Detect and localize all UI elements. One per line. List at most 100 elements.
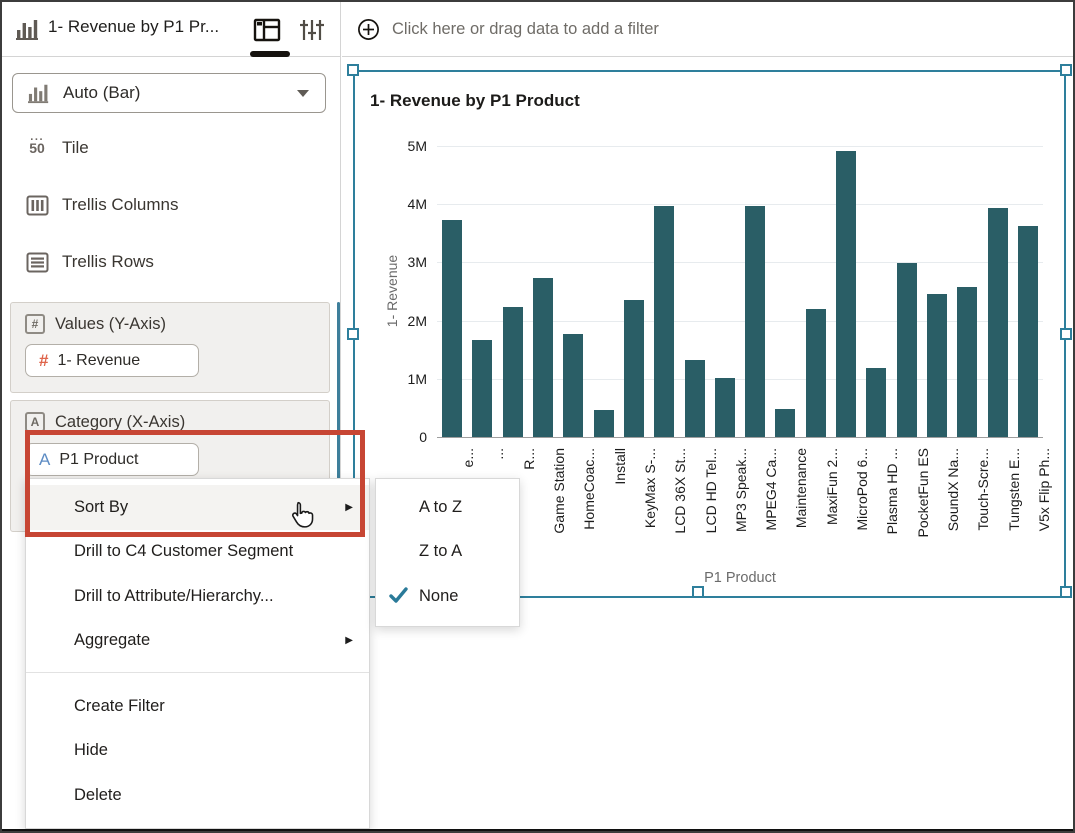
bar-chart-icon <box>15 17 41 46</box>
x-axis-title: P1 Product <box>640 570 840 586</box>
panel-scrollbar[interactable] <box>337 302 340 479</box>
bar-mpeg4-ca[interactable] <box>745 206 765 437</box>
bar-maintenance[interactable] <box>775 409 795 437</box>
letter-a-icon: A <box>39 450 50 470</box>
x-axis-label: MP3 Speak... <box>733 448 749 638</box>
bar-lcd-hd-tel[interactable] <box>685 360 705 437</box>
active-tab-underline <box>250 51 290 57</box>
selection-handle[interactable] <box>692 586 704 598</box>
viz-type-dropdown[interactable]: Auto (Bar) <box>12 73 326 113</box>
bar-maxifun-2[interactable] <box>806 309 826 437</box>
chip-1-revenue[interactable]: # 1- Revenue <box>25 344 199 377</box>
number-icon: # <box>25 314 45 334</box>
menu-item-label: Create Filter <box>74 697 165 716</box>
gridline <box>437 379 1043 380</box>
bar-[interactable] <box>472 340 492 437</box>
number-icon: # <box>39 351 48 371</box>
x-axis-label: PocketFun ES <box>915 448 931 638</box>
filter-bar[interactable]: Click here or drag data to add a filter <box>342 2 1073 57</box>
chip-label: 1- Revenue <box>57 352 140 370</box>
section-title: Category (X-Axis) <box>55 413 185 432</box>
selection-handle[interactable] <box>1060 64 1072 76</box>
x-axis-label: LCD HD Tel... <box>703 448 719 638</box>
y-tick-label: 0 <box>383 429 427 445</box>
bar-touch-scre[interactable] <box>957 287 977 437</box>
x-axis-label: Plasma HD ... <box>884 448 900 638</box>
menu-item-aggregate[interactable]: Aggregate▶ <box>26 619 369 664</box>
menu-item-drill-to-c4-customer-segment[interactable]: Drill to C4 Customer Segment <box>26 530 369 575</box>
viz-type-value: Auto (Bar) <box>63 83 140 103</box>
section-header: A Category (X-Axis) <box>25 412 329 432</box>
drop-target-trellis-rows[interactable]: Trellis Rows <box>2 242 332 282</box>
selection-handle[interactable] <box>1060 586 1072 598</box>
filter-prompt: Click here or drag data to add a filter <box>392 20 659 39</box>
menu-item-hide[interactable]: Hide <box>26 729 369 774</box>
bar-chart-icon <box>27 82 51 104</box>
selection-handle[interactable] <box>1060 328 1072 340</box>
bar-install[interactable] <box>594 410 614 437</box>
x-axis-label: Game Station <box>551 448 567 638</box>
x-axis-label: V5x Flip Ph... <box>1036 448 1052 638</box>
tab-grammar-panel[interactable] <box>251 15 283 45</box>
x-axis-label: HomeCoac... <box>581 448 597 638</box>
y-tick-label: 2M <box>383 313 427 329</box>
section-title: Values (Y-Axis) <box>55 315 166 334</box>
grammar-panel-icon <box>253 17 281 43</box>
bar-keymax-s[interactable] <box>624 300 644 437</box>
x-axis-line <box>437 437 1043 438</box>
bar-lcd-36x-st[interactable] <box>654 206 674 437</box>
submenu-item-a-to-z[interactable]: A to Z <box>376 485 519 530</box>
window-border-bottom <box>0 829 1075 833</box>
menu-item-sort-by[interactable]: Sort By ▶ <box>26 485 369 530</box>
x-axis-label: SoundX Na... <box>945 448 961 638</box>
values-y-axis-section: # Values (Y-Axis) # 1- Revenue <box>10 302 330 393</box>
menu-item-label: Hide <box>74 741 108 760</box>
bar-plasma-hd[interactable] <box>866 368 886 437</box>
checkmark-icon <box>389 587 408 609</box>
menu-item-drill-to-attribute-hierarchy[interactable]: Drill to Attribute/Hierarchy... <box>26 574 369 619</box>
x-axis-label: Install <box>612 448 628 638</box>
submenu-arrow-icon: ▶ <box>345 502 353 513</box>
section-header: # Values (Y-Axis) <box>25 314 329 334</box>
letter-a-icon: A <box>25 412 45 432</box>
viz-title: 1- Revenue by P1 Pr... <box>48 17 219 37</box>
menu-item-create-filter[interactable]: Create Filter <box>26 684 369 729</box>
drop-target-label: Trellis Columns <box>62 195 179 215</box>
drop-target-trellis-columns[interactable]: Trellis Columns <box>2 185 332 225</box>
drop-target-label: Trellis Rows <box>62 252 154 272</box>
add-filter-plus-icon[interactable] <box>357 18 380 41</box>
drop-target-tile[interactable]: ···50 Tile <box>2 128 332 168</box>
bar-game-station[interactable] <box>533 278 553 437</box>
x-axis-label: R... <box>521 448 537 638</box>
menu-item-label: Drill to Attribute/Hierarchy... <box>74 587 274 606</box>
submenu-item-none[interactable]: None <box>376 574 519 619</box>
gridline <box>437 204 1043 205</box>
tab-properties[interactable] <box>296 15 328 45</box>
x-axis-label: MaxiFun 2... <box>824 448 840 638</box>
gridline <box>437 146 1043 147</box>
bar-micropod-6[interactable] <box>836 151 856 437</box>
bar-e[interactable] <box>442 220 462 437</box>
bar-homecoac[interactable] <box>563 334 583 437</box>
y-tick-label: 5M <box>383 138 427 154</box>
bar-tungsten-e[interactable] <box>988 208 1008 437</box>
y-tick-label: 1M <box>383 371 427 387</box>
chip-p1-product[interactable]: A P1 Product <box>25 443 199 476</box>
menu-item-delete[interactable]: Delete <box>26 773 369 818</box>
menu-item-label: Sort By <box>74 498 128 517</box>
submenu-arrow-icon: ▶ <box>345 635 353 646</box>
bar-mp3-speak[interactable] <box>715 378 735 437</box>
selection-handle[interactable] <box>347 328 359 340</box>
gridline <box>437 262 1043 263</box>
x-axis-label: Maintenance <box>793 448 809 638</box>
bar-r[interactable] <box>503 307 523 437</box>
menu-divider <box>26 672 369 673</box>
x-axis-label: KeyMax S-... <box>642 448 658 638</box>
bar-v5x-flip-ph[interactable] <box>1018 226 1038 437</box>
submenu-item-z-to-a[interactable]: Z to A <box>376 530 519 575</box>
gridline <box>437 321 1043 322</box>
bar-pocketfun-es[interactable] <box>897 263 917 437</box>
bar-soundx-na[interactable] <box>927 294 947 437</box>
selection-handle[interactable] <box>347 64 359 76</box>
app-window: 1- Revenue by P1 Pr... Auto (Bar) ···50 … <box>0 0 1075 833</box>
